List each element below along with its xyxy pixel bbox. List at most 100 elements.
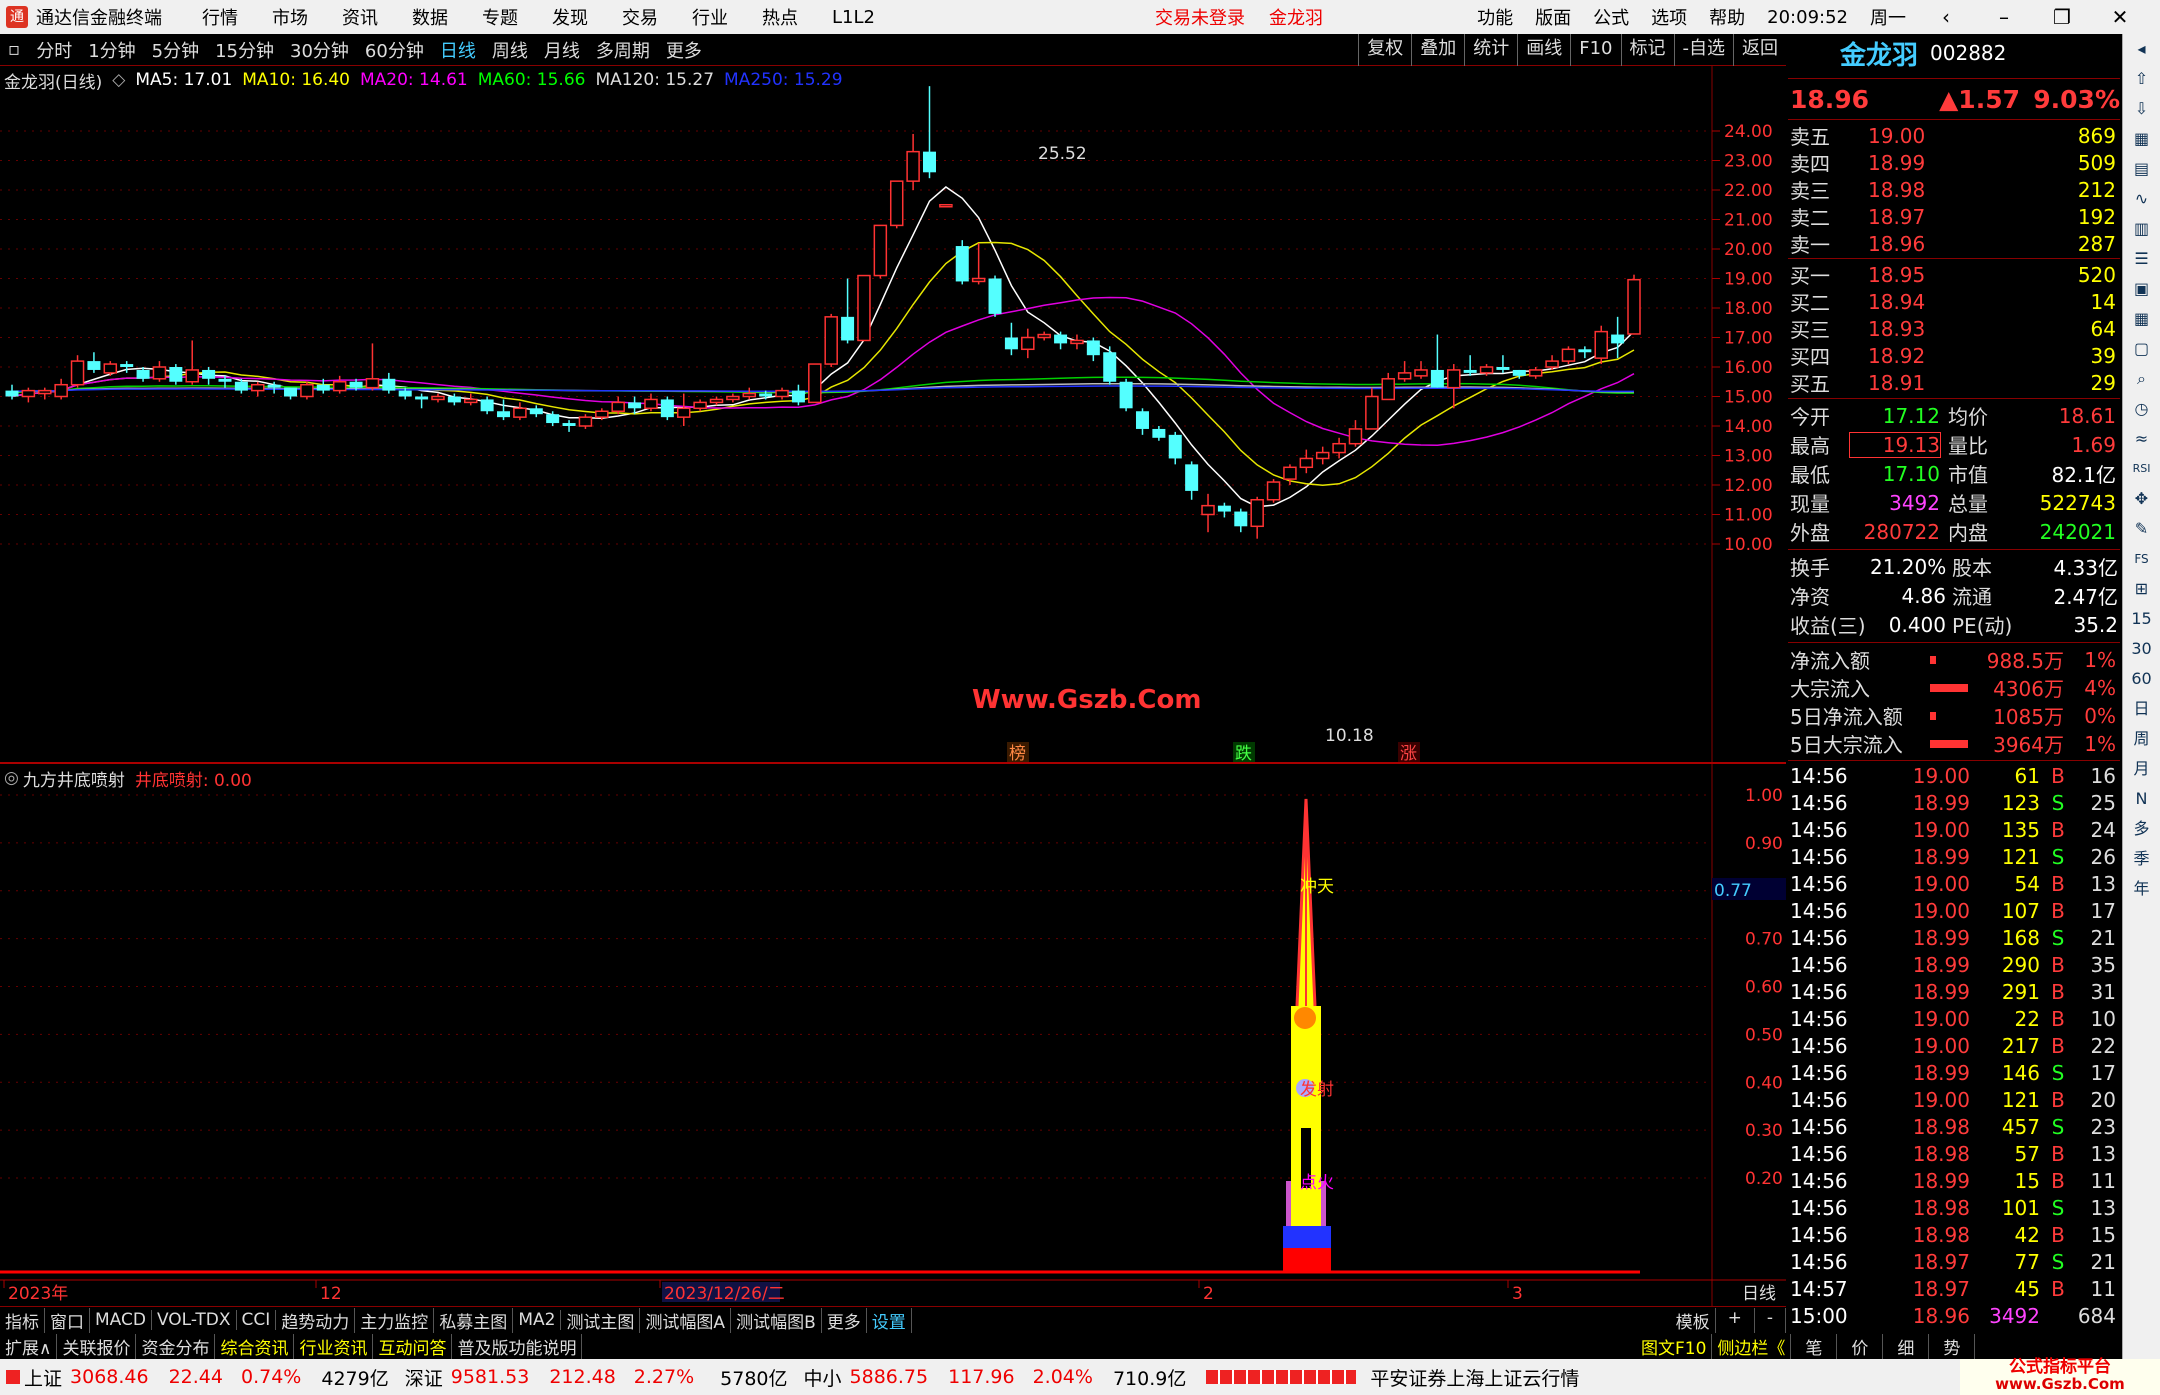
sidebar-period-quarter[interactable]: 季 xyxy=(2123,844,2160,874)
tab-vol-tdx[interactable]: VOL-TDX xyxy=(152,1310,237,1330)
tab-test-b[interactable]: 测试幅图B xyxy=(731,1307,822,1333)
ask-row[interactable]: 卖四 18.99 509 xyxy=(1788,149,2120,177)
sidebar-clock-icon[interactable]: ◷ xyxy=(2123,394,2160,424)
sidebar-rsi-icon[interactable]: RSI xyxy=(2123,454,2160,484)
tool-draw[interactable]: 画线 xyxy=(1517,34,1570,66)
tab-main-monitor[interactable]: 主力监控 xyxy=(355,1307,435,1333)
tab-fund-dist[interactable]: 资金分布 xyxy=(136,1333,216,1359)
menu-item-discover[interactable]: 发现 xyxy=(552,4,588,30)
period-monthly[interactable]: 月线 xyxy=(536,37,588,63)
flow-row[interactable]: 5日大宗流入 3964万 1% xyxy=(1788,730,2120,758)
sidebar-pen-icon[interactable]: ✎ xyxy=(2123,514,2160,544)
period-more[interactable]: 更多 xyxy=(658,37,710,63)
tick-row[interactable]: 14:56 18.99 146 S 17 xyxy=(1788,1059,2120,1086)
tick-row[interactable]: 14:56 19.00 61 B 16 xyxy=(1788,762,2120,789)
menu-item-l1l2[interactable]: L1L2 xyxy=(832,7,875,28)
tool-overlay[interactable]: 叠加 xyxy=(1411,34,1464,66)
menu-item-hot[interactable]: 热点 xyxy=(762,4,798,30)
indicator-toggle-icon[interactable]: ◎ xyxy=(4,768,19,788)
ask-row[interactable]: 卖五 19.00 869 xyxy=(1788,122,2120,150)
broker-server[interactable]: 平安证券上海上证云行情 xyxy=(1370,1364,1579,1391)
sidebar-period-year[interactable]: 年 xyxy=(2123,874,2160,904)
tab-trend[interactable]: 趋势动力 xyxy=(276,1307,356,1333)
tab-industry-news[interactable]: 行业资讯 xyxy=(294,1333,374,1359)
stat2-row[interactable]: 净资 4.86 流通 2.47亿 xyxy=(1788,582,2120,610)
sz-name[interactable]: 深证 xyxy=(405,1364,443,1391)
tick-row[interactable]: 14:56 18.97 77 S 21 xyxy=(1788,1248,2120,1275)
tick-row[interactable]: 14:56 19.00 217 B 22 xyxy=(1788,1032,2120,1059)
tick-row[interactable]: 14:56 19.00 135 B 24 xyxy=(1788,816,2120,843)
tab-more[interactable]: 更多 xyxy=(822,1307,867,1333)
tool-adjust[interactable]: 复权 xyxy=(1358,34,1411,66)
menu-item-quote[interactable]: 行情 xyxy=(202,4,238,30)
bid-row[interactable]: 买四 18.92 39 xyxy=(1788,342,2120,370)
menu-item-industry[interactable]: 行业 xyxy=(692,4,728,30)
tick-row[interactable]: 14:56 18.99 168 S 21 xyxy=(1788,924,2120,951)
tab-expand[interactable]: 扩展∧ xyxy=(0,1333,58,1359)
sidebar-period-n[interactable]: N xyxy=(2123,784,2160,814)
tab-sidebar[interactable]: 侧边栏《 xyxy=(1712,1333,1792,1359)
tick-row[interactable]: 14:56 18.99 121 S 26 xyxy=(1788,843,2120,870)
sidebar-grid-icon[interactable]: ▦ xyxy=(2123,304,2160,334)
sidebar-period-week[interactable]: 周 xyxy=(2123,724,2160,754)
menu-item-formula[interactable]: 公式 xyxy=(1593,4,1629,30)
bid-row[interactable]: 买五 18.91 29 xyxy=(1788,369,2120,397)
stat-row[interactable]: 现量 3492 总量 522743 xyxy=(1788,489,2120,517)
menu-item-help[interactable]: 帮助 xyxy=(1709,4,1745,30)
sidebar-search-icon[interactable]: ⌕ xyxy=(2123,364,2160,394)
tab-settings[interactable]: 设置 xyxy=(867,1307,912,1333)
sidebar-line-icon[interactable]: ∿ xyxy=(2123,184,2160,214)
flow-row[interactable]: 大宗流入 4306万 4% xyxy=(1788,674,2120,702)
login-status[interactable]: 交易未登录 xyxy=(1155,4,1245,30)
tick-row[interactable]: 15:00 18.96 3492 684 xyxy=(1788,1302,2120,1329)
sidebar-chart-icon[interactable]: ▦ xyxy=(2123,124,2160,154)
menu-item-trade[interactable]: 交易 xyxy=(622,4,658,30)
minimize-icon[interactable]: – xyxy=(1986,5,2022,29)
sidebar-period-day[interactable]: 日 xyxy=(2123,694,2160,724)
sidebar-move-icon[interactable]: ✥ xyxy=(2123,484,2160,514)
tick-row[interactable]: 14:56 18.98 42 B 15 xyxy=(1788,1221,2120,1248)
stat2-row[interactable]: 收益(三) 0.400 PE(动) 35.2 xyxy=(1788,611,2120,639)
tab-price[interactable]: 价 xyxy=(1837,1333,1884,1359)
tab-feature-desc[interactable]: 普及版功能说明 xyxy=(452,1333,583,1359)
sidebar-list-icon[interactable]: ☰ xyxy=(2123,244,2160,274)
sidebar-candle-icon[interactable]: ▥ xyxy=(2123,214,2160,244)
kline-chart[interactable]: 24.0023.0022.0021.0020.0019.0018.0017.00… xyxy=(0,66,1786,1306)
restore-icon[interactable]: ❐ xyxy=(2044,5,2080,29)
marker-list[interactable]: 榜 xyxy=(1009,744,1026,764)
indicator-name[interactable]: 九方井底喷射 xyxy=(23,766,125,791)
sh-name[interactable]: 上证 xyxy=(24,1364,62,1391)
tab-test-main[interactable]: 测试主图 xyxy=(561,1307,641,1333)
sidebar-period-multi[interactable]: 多 xyxy=(2123,814,2160,844)
flow-row[interactable]: 净流入额 988.5万 1% xyxy=(1788,646,2120,674)
tool-stats[interactable]: 统计 xyxy=(1464,34,1517,66)
period-5min[interactable]: 5分钟 xyxy=(144,37,207,63)
stat-row[interactable]: 最低 17.10 市值 82.1亿 xyxy=(1788,460,2120,488)
sidebar-period-15[interactable]: 15 xyxy=(2123,604,2160,634)
period-15min[interactable]: 15分钟 xyxy=(207,37,282,63)
tab-add[interactable]: + xyxy=(1716,1307,1755,1333)
period-timeshare[interactable]: 分时 xyxy=(28,37,80,63)
tab-template[interactable]: 模板 xyxy=(1671,1307,1716,1333)
marker-up[interactable]: 涨 xyxy=(1400,744,1417,764)
back-icon[interactable]: ‹ xyxy=(1928,5,1964,29)
ask-row[interactable]: 卖三 18.98 212 xyxy=(1788,176,2120,204)
tab-qa[interactable]: 互动问答 xyxy=(373,1333,453,1359)
sidebar-table-icon[interactable]: ▤ xyxy=(2123,154,2160,184)
tick-row[interactable]: 14:56 18.99 123 S 25 xyxy=(1788,789,2120,816)
menu-item-market[interactable]: 市场 xyxy=(272,4,308,30)
close-icon[interactable]: ✕ xyxy=(2102,5,2138,29)
sidebar-down-icon[interactable]: ⇩ xyxy=(2123,94,2160,124)
tab-detail[interactable]: 细 xyxy=(1883,1333,1930,1359)
tab-trend2[interactable]: 势 xyxy=(1929,1333,1976,1359)
menu-item-data[interactable]: 数据 xyxy=(412,4,448,30)
tick-row[interactable]: 14:56 19.00 107 B 17 xyxy=(1788,897,2120,924)
period-30min[interactable]: 30分钟 xyxy=(282,37,357,63)
tool-watchlist[interactable]: -自选 xyxy=(1673,34,1734,66)
menu-item-topic[interactable]: 专题 xyxy=(482,4,518,30)
ask-row[interactable]: 卖二 18.97 192 xyxy=(1788,203,2120,231)
sidebar-collapse-icon[interactable]: ◂ xyxy=(2123,34,2160,64)
sidebar-up-icon[interactable]: ⇧ xyxy=(2123,64,2160,94)
tick-row[interactable]: 14:56 18.98 457 S 23 xyxy=(1788,1113,2120,1140)
period-60min[interactable]: 60分钟 xyxy=(357,37,432,63)
